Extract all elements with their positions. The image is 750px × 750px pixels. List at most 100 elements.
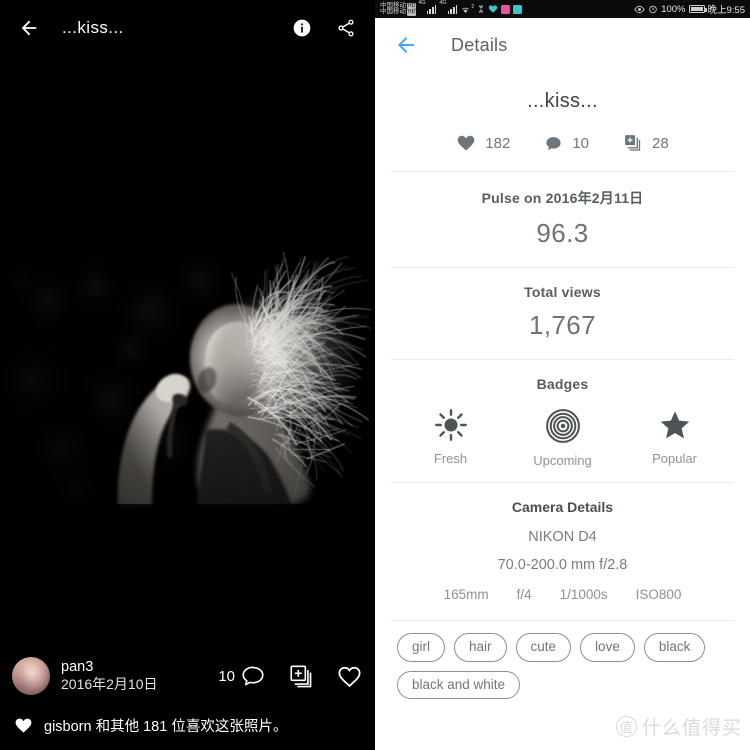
galleries-count: 28 (652, 134, 669, 152)
eye-icon (634, 5, 645, 13)
likes-text: gisborn 和其他 181 位喜欢这张照片。 (44, 718, 288, 735)
badge-label: Upcoming (533, 453, 592, 468)
exif-focal-length: 165mm (443, 587, 489, 602)
exif-iso: ISO800 (635, 587, 682, 602)
comment-count: 10 (218, 667, 235, 685)
avatar[interactable] (12, 657, 50, 695)
photo-action-buttons: 10 (218, 663, 363, 690)
badge-fresh[interactable]: Fresh (395, 408, 507, 466)
watermark-mark: 值 (615, 716, 637, 737)
hourglass-icon (479, 5, 484, 13)
status-icons: 2 (460, 3, 523, 15)
wifi-icon (462, 7, 470, 13)
app-notification-icon-2 (513, 4, 523, 14)
carrier-name-2: 中国移动 (380, 8, 406, 15)
photo-meta-bar: pan3 2016年2月10日 10 (0, 648, 375, 704)
carrier-labels: 中国移动 HD 中国移动 HD (380, 2, 417, 16)
badge-label: Fresh (433, 451, 468, 466)
details-photo-title: ...kiss... (527, 90, 598, 112)
comments-count: 10 (572, 134, 590, 152)
share-button[interactable] (331, 13, 361, 43)
details-title: Details (451, 34, 508, 55)
clock: 晚上9:55 (707, 5, 746, 16)
app-notification-icon-1 (501, 4, 511, 14)
hd-badge-2: HD (407, 9, 417, 16)
info-button[interactable] (287, 13, 317, 43)
camera-details-section: Camera Details NIKON D4 70.0-200.0 mm f/… (375, 483, 750, 614)
wifi-superscript: 2 (471, 3, 475, 10)
pulse-label: Pulse on 2016年2月11日 (481, 190, 644, 206)
photo-viewer-panel: ...kiss... pan3 2016年2月10日 10 gisborn 和其… (0, 0, 375, 750)
arrow-left-icon (398, 37, 414, 53)
stat-likes[interactable]: 182 (456, 133, 510, 153)
badge-upcoming[interactable]: Upcoming (507, 408, 619, 468)
views-section: Total views 1,767 (375, 268, 750, 359)
app-screen: ...kiss... pan3 2016年2月10日 10 gisborn 和其… (0, 0, 750, 750)
status-bar-right: 100% 晚上9:55 (634, 2, 745, 16)
photo-image[interactable] (0, 240, 375, 508)
status-bar: 中国移动 HD 中国移动 HD 4G 4G 2 100% 晚上9:55 (375, 0, 750, 18)
photo-date: 2016年2月10日 (61, 676, 158, 693)
add-to-gallery-button[interactable] (288, 663, 314, 689)
signal-bars-2 (447, 4, 458, 14)
network-type-2: 4G (439, 0, 447, 6)
stat-comments[interactable]: 10 (544, 134, 589, 153)
battery-icon (688, 5, 707, 13)
badge-popular[interactable]: Popular (619, 408, 731, 466)
pulse-value: 96.3 (536, 218, 589, 248)
heart-rate-icon (489, 5, 498, 13)
author-name: pan3 (61, 658, 94, 675)
tag-item[interactable]: black (643, 633, 706, 662)
photo-viewer-toolbar: ...kiss... (0, 0, 375, 55)
tag-item[interactable]: love (580, 633, 635, 662)
tags-list: girl hair cute love black black and whit… (375, 621, 750, 699)
camera-details-label: Camera Details (511, 499, 614, 515)
watermark: 值 什么值得买 (615, 713, 742, 740)
tag-item[interactable]: hair (454, 633, 507, 662)
add-to-gallery-icon (625, 135, 641, 151)
camera-lens: 70.0-200.0 mm f/2.8 (497, 557, 628, 573)
tag-item[interactable]: girl (397, 633, 446, 662)
alarm-icon (649, 5, 657, 14)
network-type-1: 4G (418, 0, 426, 6)
exif-shutter-speed: 1/1000s (559, 587, 608, 602)
arrow-left-icon (21, 20, 37, 35)
signal-bars-1 (426, 4, 437, 14)
camera-exif-row: 165mm f/4 1/1000s ISO800 (375, 587, 750, 602)
tag-item[interactable]: black and white (397, 670, 521, 699)
heart-icon (457, 135, 475, 151)
views-label: Total views (524, 284, 601, 300)
engagement-stats: 182 10 28 (375, 119, 750, 171)
comment-icon (242, 666, 264, 686)
pulse-section: Pulse on 2016年2月11日 96.3 (375, 172, 750, 267)
tag-item[interactable]: cute (515, 633, 572, 662)
concentric-circles-icon (545, 409, 580, 443)
info-icon (293, 19, 311, 36)
camera-model: NIKON D4 (528, 529, 597, 545)
add-to-gallery-icon (290, 665, 312, 688)
watermark-text: 什么值得买 (641, 718, 742, 739)
likes-summary[interactable]: gisborn 和其他 181 位喜欢这张照片。 (0, 708, 375, 742)
badges-label: Badges (536, 376, 589, 392)
heart-icon (15, 718, 32, 733)
badges-row: Fresh Upcoming Popular (375, 408, 750, 468)
details-panel: 中国移动 HD 中国移动 HD 4G 4G 2 100% 晚上9:55 Deta… (375, 0, 750, 750)
photo-title: ...kiss... (62, 17, 124, 37)
comment-button[interactable]: 10 (218, 663, 266, 689)
badges-section: Badges Fresh Upcoming Popular (375, 360, 750, 482)
photo-canvas (0, 240, 375, 508)
views-value: 1,767 (528, 310, 597, 340)
photo-author[interactable]: pan3 2016年2月10日 (61, 658, 218, 694)
details-header: Details (375, 18, 750, 72)
share-icon (338, 19, 354, 36)
exif-aperture: f/4 (516, 587, 532, 602)
heart-outline-icon (338, 666, 361, 687)
back-button[interactable] (14, 13, 44, 43)
comment-icon (546, 136, 561, 150)
star-icon (660, 411, 689, 439)
battery-percent: 100% (661, 3, 686, 15)
sun-icon (434, 409, 467, 441)
details-back-button[interactable] (393, 32, 419, 58)
like-button[interactable] (336, 663, 363, 690)
stat-galleries[interactable]: 28 (623, 133, 669, 153)
